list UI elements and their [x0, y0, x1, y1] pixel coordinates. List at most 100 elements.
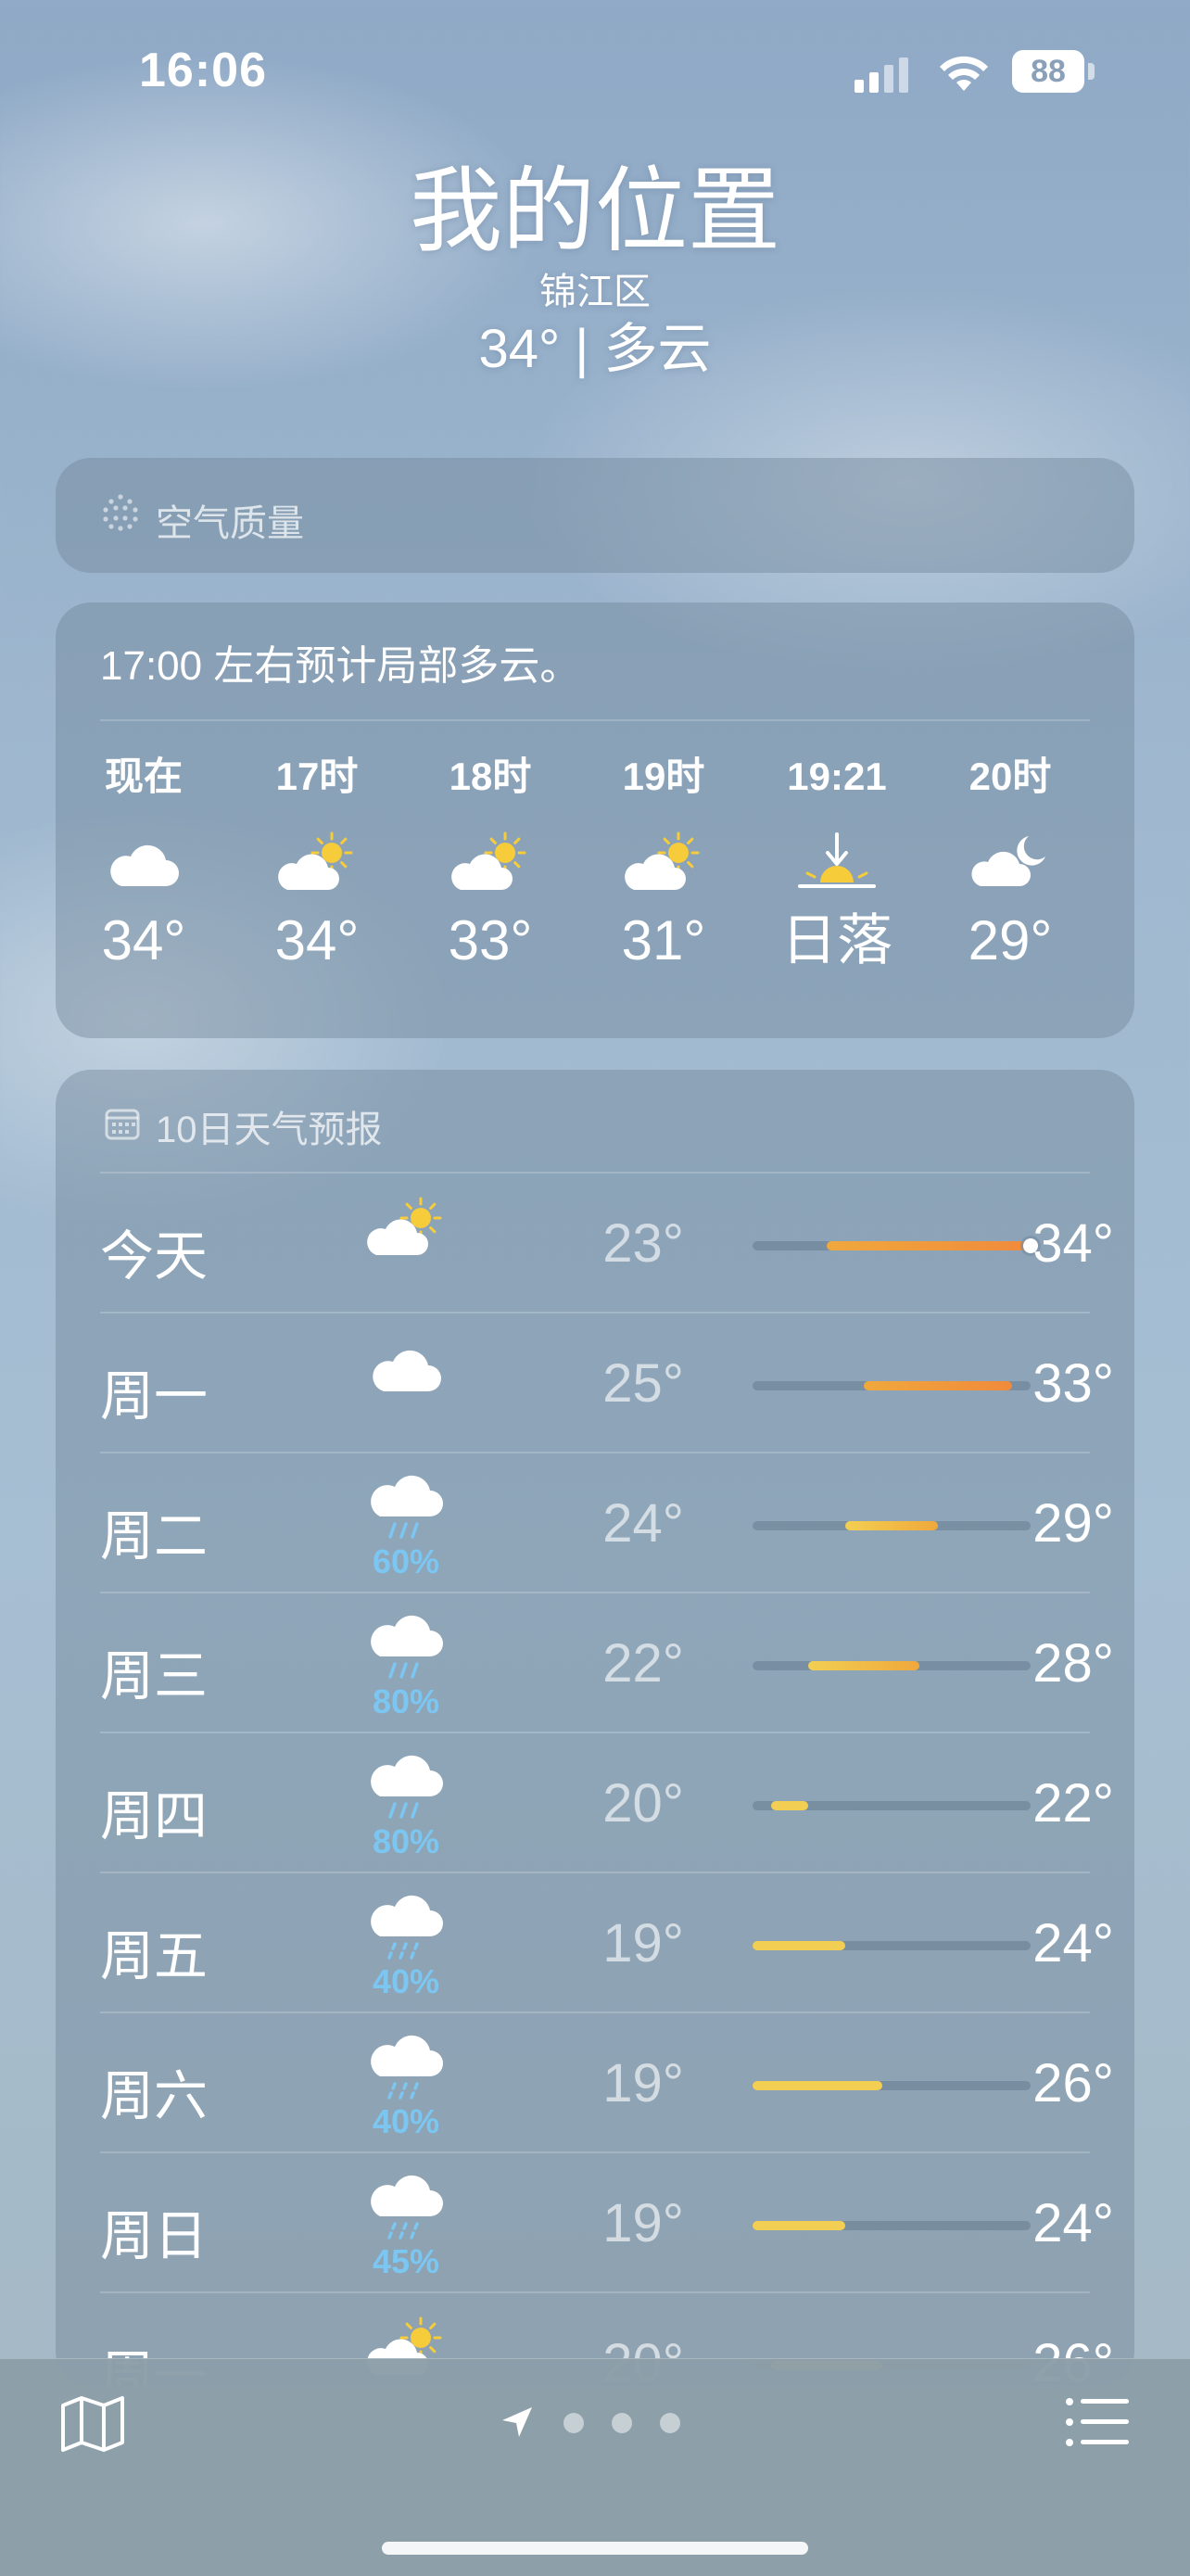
air-quality-label: 空气质量 — [156, 503, 304, 544]
hour-label: 20时 — [968, 755, 1052, 798]
precip-chance: 60% — [372, 1542, 440, 1580]
list-icon[interactable] — [1064, 2396, 1131, 2448]
hour-temp: 34° — [274, 909, 360, 971]
low-temp: 25° — [602, 1353, 684, 1414]
temp-range-fill — [771, 1801, 808, 1810]
hour-temp: 33° — [448, 909, 533, 971]
temp-range-fill — [864, 1381, 1012, 1390]
cellular-signal-icon — [855, 57, 908, 93]
sunset-icon — [791, 825, 883, 899]
cloud-icon — [360, 1330, 452, 1404]
temp-range-fill — [753, 2081, 882, 2090]
battery-level: 88 — [1012, 50, 1084, 93]
daily-row[interactable]: 周二 60% 24° 29° — [100, 1452, 1114, 1593]
hour-label: 19:21 — [787, 755, 887, 798]
day-label: 周日 — [100, 2206, 209, 2266]
cloud-icon — [97, 825, 190, 899]
daily-forecast-card[interactable]: 10日天气预报 今天 23° 34° 周一 25° 33° 周二 60% 24° 29° 周三 80%… — [56, 1070, 1134, 2386]
temp-range-bar — [753, 2081, 1031, 2090]
low-temp: 19° — [602, 1913, 684, 1973]
day-label: 周二 — [100, 1506, 209, 1567]
partly-sunny-icon — [271, 825, 363, 899]
hourly-summary: 17:00 左右预计局部多云。 — [100, 643, 581, 689]
rain-icon — [360, 1610, 452, 1684]
daily-row[interactable]: 周六 40% 19° 26° — [100, 2011, 1114, 2153]
map-icon[interactable] — [59, 2394, 126, 2454]
temp-range-fill — [753, 1941, 845, 1950]
temp-range-fill — [808, 1661, 919, 1670]
hour-label: 17时 — [275, 755, 359, 798]
hourly-item: 19:21 日落 — [749, 753, 925, 973]
status-time: 16:06 — [139, 44, 267, 97]
status-bar: 16:06 88 — [0, 37, 1190, 102]
daily-forecast-label: 10日天气预报 — [156, 1110, 383, 1150]
hourly-item: 18时 33° — [402, 753, 578, 973]
page-dot[interactable] — [563, 2413, 584, 2433]
battery-icon: 88 — [1012, 50, 1097, 93]
precip-chance: 40% — [372, 1962, 440, 2000]
hourly-item: 20时 29° — [922, 753, 1098, 973]
current-conditions: 34° | 多云 — [478, 319, 712, 379]
temp-range-bar — [753, 1521, 1031, 1530]
low-temp: 19° — [602, 2193, 684, 2253]
temp-range-bar — [753, 1238, 1038, 1253]
hour-label: 18时 — [449, 755, 532, 798]
temp-range-fill — [753, 2221, 845, 2230]
air-quality-icon — [103, 494, 138, 531]
low-temp: 23° — [602, 1213, 684, 1274]
precip-chance: 80% — [372, 1682, 440, 1720]
high-temp: 29° — [1032, 1493, 1114, 1554]
day-label: 今天 — [100, 1226, 209, 1287]
current-location-icon[interactable] — [500, 2405, 534, 2439]
air-quality-card[interactable]: 空气质量 — [56, 458, 1134, 573]
hour-temp: 34° — [101, 909, 186, 971]
precip-chance: 45% — [372, 2242, 440, 2280]
daily-row[interactable]: 周日 45% 19° 24° — [100, 2151, 1114, 2293]
location-header: 我的位置 锦江区 34° | 多云 — [0, 156, 1190, 384]
daily-row[interactable]: 周三 80% 22° 28° — [100, 1592, 1114, 1733]
high-temp: 24° — [1032, 1913, 1114, 1973]
drizzle-icon — [360, 2030, 452, 2104]
high-temp: 33° — [1032, 1353, 1114, 1414]
hour-temp: 29° — [968, 909, 1053, 971]
temp-range-bar — [753, 1381, 1031, 1390]
temp-range-bar — [753, 1801, 1031, 1810]
day-label: 周四 — [100, 1786, 209, 1846]
daily-row[interactable]: 周一 25° 33° — [100, 1312, 1114, 1453]
low-temp: 22° — [602, 1633, 684, 1694]
high-temp: 26° — [1032, 2053, 1114, 2113]
home-indicator[interactable] — [382, 2542, 808, 2555]
wifi-icon — [940, 56, 988, 91]
high-temp: 28° — [1032, 1633, 1114, 1694]
day-label: 周一 — [100, 1366, 209, 1427]
calendar-icon — [105, 1109, 140, 1140]
day-label: 周三 — [100, 1646, 209, 1707]
temp-range-fill — [845, 1521, 938, 1530]
page-dot[interactable] — [612, 2413, 632, 2433]
hourly-forecast-card[interactable]: 17:00 左右预计局部多云。 现在 34° 17时 34° 18时 33° 19时 31° 1… — [56, 603, 1134, 1038]
rain-icon — [360, 1750, 452, 1824]
day-label: 周六 — [100, 2066, 209, 2126]
hour-label: 19时 — [622, 755, 705, 798]
hour-temp: 31° — [621, 909, 706, 971]
partly-sunny-icon — [617, 825, 710, 899]
partly-sunny-icon — [444, 825, 537, 899]
hour-label: 现在 — [104, 755, 183, 798]
drizzle-icon — [360, 1890, 452, 1964]
precip-chance: 40% — [372, 2102, 440, 2140]
partly-sunny-icon — [360, 1190, 452, 1264]
rain-icon — [360, 1470, 452, 1544]
location-district: 锦江区 — [539, 272, 651, 312]
daily-row[interactable]: 周五 40% 19° 24° — [100, 1872, 1114, 2013]
drizzle-icon — [360, 2170, 452, 2244]
partly-cloudy-night-icon — [964, 825, 1057, 899]
daily-row[interactable]: 周四 80% 20° 22° — [100, 1732, 1114, 1873]
hourly-item: 现在 34° — [56, 753, 232, 973]
location-title: 我的位置 — [410, 159, 780, 263]
hourly-item: 19时 31° — [576, 753, 752, 973]
daily-row[interactable]: 今天 23° 34° — [100, 1172, 1114, 1313]
page-dot[interactable] — [660, 2413, 680, 2433]
precip-chance: 80% — [372, 1822, 440, 1860]
day-label: 周五 — [100, 1926, 209, 1986]
temp-range-bar — [753, 1941, 1031, 1950]
